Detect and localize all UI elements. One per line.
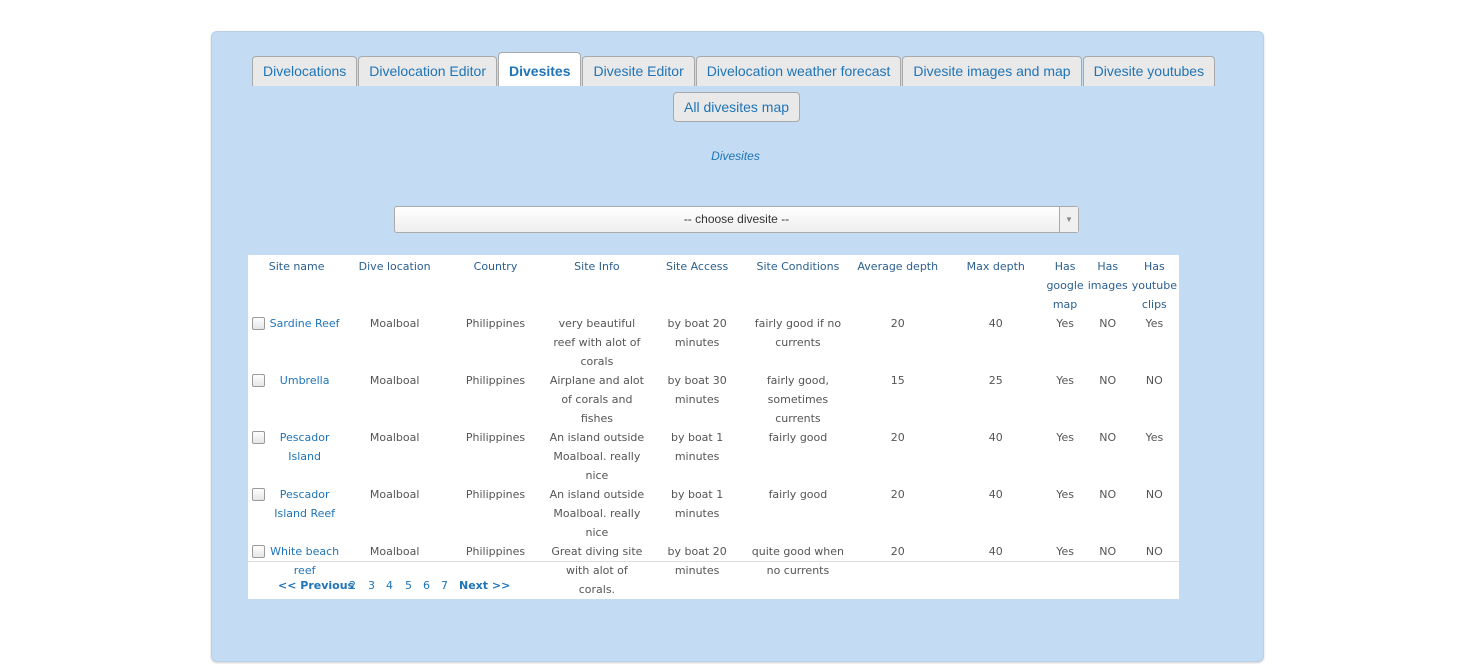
col-average-depth[interactable]: Average depth bbox=[848, 255, 947, 314]
cell-dive-location: Moalboal bbox=[369, 317, 420, 330]
cell-country: Philippines bbox=[465, 374, 526, 387]
cell-has-google-map: Yes bbox=[1056, 488, 1074, 501]
tab-divesite-editor[interactable]: Divesite Editor bbox=[582, 56, 695, 86]
divesite-select[interactable]: -- choose divesite -- ▼ bbox=[394, 206, 1079, 233]
cell-dive-location: Moalboal bbox=[369, 488, 420, 501]
col-dive-location[interactable]: Dive location bbox=[345, 255, 444, 314]
cell-site-conditions: fairly good if no currents bbox=[754, 317, 842, 349]
col-site-info[interactable]: Site Info bbox=[547, 255, 647, 314]
cell-has-images: NO bbox=[1099, 431, 1117, 444]
cell-site-info: An island outside Moalboal. really nice bbox=[549, 431, 645, 482]
cell-country: Philippines bbox=[465, 431, 526, 444]
cell-average-depth: 20 bbox=[890, 431, 905, 444]
cell-site-name[interactable]: Umbrella bbox=[248, 371, 345, 428]
tab-all-divesites-map[interactable]: All divesites map bbox=[673, 92, 801, 122]
tab-youtubes[interactable]: Divesite youtubes bbox=[1082, 56, 1216, 86]
cell-site-access: by boat 30 minutes bbox=[667, 374, 727, 406]
cell-max-depth: 25 bbox=[988, 374, 1003, 387]
col-has-images[interactable]: Has images bbox=[1086, 255, 1130, 314]
page-link[interactable]: 7 bbox=[441, 579, 448, 592]
table-row: Pescador Island Moalboal Philippines An isl… bbox=[248, 428, 1179, 485]
cell-average-depth: 20 bbox=[890, 488, 905, 501]
table-row: Sardine Reef Moalboal Philippines very beau… bbox=[248, 314, 1179, 371]
cell-dive-location: Moalboal bbox=[369, 374, 420, 387]
cell-average-depth: 15 bbox=[890, 374, 905, 387]
cell-max-depth: 40 bbox=[988, 431, 1003, 444]
previous-link[interactable]: << Previous bbox=[278, 579, 354, 592]
col-site-conditions[interactable]: Site Conditions bbox=[747, 255, 848, 314]
cell-average-depth: 20 bbox=[890, 317, 905, 330]
select-value: -- choose divesite -- bbox=[683, 212, 790, 226]
cell-has-google-map: Yes bbox=[1056, 374, 1074, 387]
cell-has-images: NO bbox=[1099, 488, 1117, 501]
page-link[interactable]: 4 bbox=[386, 579, 393, 592]
col-max-depth[interactable]: Max depth bbox=[947, 255, 1044, 314]
cell-site-name[interactable]: Sardine Reef bbox=[248, 314, 345, 371]
cell-site-info: very beautiful reef with alot of corals bbox=[553, 317, 641, 368]
divesites-table: Site name Dive location Country Site Inf… bbox=[248, 255, 1179, 599]
cell-site-conditions: fairly good bbox=[768, 488, 828, 501]
page-link[interactable]: 2 bbox=[349, 579, 356, 592]
cell-has-youtube-clips: Yes bbox=[1145, 431, 1164, 444]
cell-country: Philippines bbox=[465, 488, 526, 501]
cell-site-conditions: fairly good, sometimes currents bbox=[766, 374, 829, 425]
cell-site-access: by boat 1 minutes bbox=[670, 431, 724, 463]
section-title: Divesites bbox=[711, 149, 760, 163]
col-has-youtube-clips[interactable]: Has youtube clips bbox=[1130, 255, 1179, 314]
next-link[interactable]: Next >> bbox=[459, 579, 510, 592]
cell-site-info: An island outside Moalboal. really nice bbox=[549, 488, 645, 539]
cell-site-access: by boat 20 minutes bbox=[667, 317, 727, 349]
row-checkbox[interactable] bbox=[252, 545, 265, 558]
tab-divelocations[interactable]: Divelocations bbox=[252, 56, 358, 86]
tab-images-and-map[interactable]: Divesite images and map bbox=[902, 56, 1082, 86]
divesites-table-container: Site name Dive location Country Site Inf… bbox=[248, 255, 1179, 599]
table-row: Pescador Island Reef Moalboal Philippines A… bbox=[248, 485, 1179, 542]
tab-divesites[interactable]: Divesites bbox=[498, 52, 582, 86]
cell-site-name[interactable]: Pescador Island Reef bbox=[248, 485, 345, 542]
dropdown-arrow-icon[interactable]: ▼ bbox=[1059, 207, 1078, 232]
cell-has-youtube-clips: Yes bbox=[1145, 317, 1164, 330]
cell-has-google-map: Yes bbox=[1056, 317, 1074, 330]
cell-dive-location: Moalboal bbox=[369, 431, 420, 444]
table-row: Umbrella Moalboal Philippines Airplane and … bbox=[248, 371, 1179, 428]
row-checkbox[interactable] bbox=[252, 374, 265, 387]
cell-site-info: Airplane and alot of corals and fishes bbox=[549, 374, 644, 425]
page-link[interactable]: 5 bbox=[405, 579, 412, 592]
tab-bar: Divelocations Divelocation Editor Divesi… bbox=[252, 52, 1216, 86]
row-checkbox[interactable] bbox=[252, 317, 265, 330]
pagination: << Previous 2 3 4 5 6 7 Next >> bbox=[248, 561, 1179, 600]
cell-site-name[interactable]: Pescador Island bbox=[248, 428, 345, 485]
cell-has-youtube-clips: NO bbox=[1145, 374, 1163, 387]
col-site-access[interactable]: Site Access bbox=[647, 255, 748, 314]
col-site-name[interactable]: Site name bbox=[248, 255, 345, 314]
cell-site-conditions: fairly good bbox=[768, 431, 828, 444]
tab-weather-forecast[interactable]: Divelocation weather forecast bbox=[695, 56, 902, 86]
cell-has-images: NO bbox=[1099, 374, 1117, 387]
cell-has-youtube-clips: NO bbox=[1145, 488, 1163, 501]
page-link[interactable]: 6 bbox=[423, 579, 430, 592]
cell-has-google-map: Yes bbox=[1056, 431, 1074, 444]
col-has-google-map[interactable]: Has google map bbox=[1044, 255, 1085, 314]
cell-max-depth: 40 bbox=[988, 317, 1003, 330]
cell-site-access: by boat 1 minutes bbox=[670, 488, 724, 520]
row-checkbox[interactable] bbox=[252, 431, 265, 444]
cell-max-depth: 40 bbox=[988, 488, 1003, 501]
row-checkbox[interactable] bbox=[252, 488, 265, 501]
cell-has-images: NO bbox=[1099, 317, 1117, 330]
tab-divelocation-editor[interactable]: Divelocation Editor bbox=[358, 56, 497, 86]
cell-country: Philippines bbox=[465, 317, 526, 330]
col-country[interactable]: Country bbox=[444, 255, 547, 314]
table-header-row: Site name Dive location Country Site Inf… bbox=[248, 255, 1179, 314]
page-link[interactable]: 3 bbox=[368, 579, 375, 592]
